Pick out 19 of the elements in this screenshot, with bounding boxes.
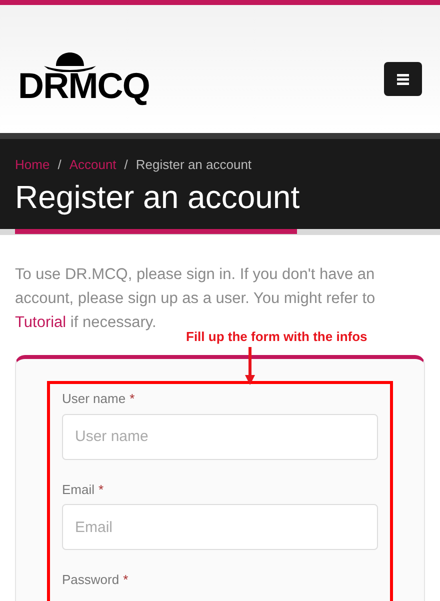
text-input[interactable]: User name (62, 414, 378, 460)
menu-icon (397, 74, 409, 84)
page-title: Register an account (15, 178, 301, 217)
logo-text: DRMCQ (18, 68, 150, 104)
breadcrumb-separator: / (124, 156, 128, 174)
field-label: Email (62, 480, 95, 498)
field-label: Password (62, 571, 120, 589)
required-mark: * (123, 571, 128, 589)
breadcrumb-link[interactable]: Account (69, 155, 116, 174)
breadcrumb-link[interactable]: Home (15, 155, 50, 174)
required-mark: * (98, 480, 104, 498)
text-input[interactable]: Email (62, 504, 378, 550)
annotation-arrow (245, 347, 255, 385)
tutorial-link[interactable]: Tutorial (15, 314, 66, 331)
breadcrumb-current: Register an account (136, 156, 252, 174)
field-label: User name (62, 390, 126, 408)
required-mark: * (130, 390, 135, 408)
menu-button[interactable] (384, 62, 422, 96)
breadcrumb-separator: / (58, 156, 62, 174)
